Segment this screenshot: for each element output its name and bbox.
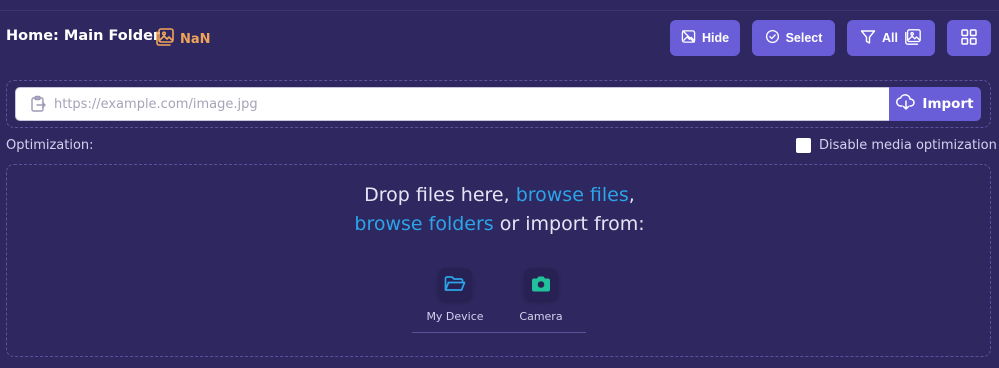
import-label: Import bbox=[922, 96, 974, 112]
url-input[interactable] bbox=[54, 88, 884, 120]
import-from-text: or import from: bbox=[493, 213, 645, 235]
import-button[interactable]: Import bbox=[889, 87, 981, 121]
optimization-label: Optimization: bbox=[6, 138, 94, 153]
browse-folders-link[interactable]: browse folders bbox=[354, 213, 493, 235]
camera-icon[interactable] bbox=[524, 268, 558, 300]
drop-line-1: Drop files here, browse files, bbox=[0, 184, 999, 206]
check-circle-icon bbox=[765, 29, 780, 47]
hide-button[interactable]: Hide bbox=[670, 20, 740, 56]
filter-icon bbox=[860, 29, 876, 48]
disable-optimization-checkbox[interactable] bbox=[796, 138, 811, 153]
filter-button[interactable]: All bbox=[847, 20, 935, 56]
header: Home: Main Folder NaN Hide Select All bbox=[0, 20, 999, 56]
top-divider bbox=[0, 10, 999, 11]
source-label: Camera bbox=[519, 310, 563, 323]
clipboard-icon[interactable] bbox=[29, 95, 47, 117]
select-label: Select bbox=[785, 31, 823, 45]
hide-label: Hide bbox=[701, 31, 730, 45]
drop-line-2: browse folders or import from: bbox=[0, 213, 999, 235]
cloud-download-icon bbox=[896, 93, 916, 115]
drop-comma: , bbox=[628, 184, 635, 206]
filter-label: All bbox=[882, 31, 898, 45]
source-camera[interactable]: Camera bbox=[506, 268, 576, 323]
sources-divider bbox=[412, 332, 586, 333]
count-value: NaN bbox=[180, 31, 211, 47]
images-icon bbox=[904, 28, 922, 49]
grid-icon bbox=[960, 28, 978, 49]
folder-open-icon[interactable] bbox=[438, 268, 472, 300]
grid-view-button[interactable] bbox=[947, 20, 991, 56]
page-title: Home: Main Folder bbox=[6, 28, 161, 44]
disable-optimization-toggle[interactable]: Disable media optimization bbox=[796, 138, 997, 153]
disable-optimization-label[interactable]: Disable media optimization bbox=[819, 138, 997, 153]
drop-text: Drop files here, bbox=[364, 184, 516, 206]
media-count: NaN bbox=[155, 28, 211, 50]
source-label: My Device bbox=[426, 310, 484, 323]
url-input-container bbox=[15, 87, 890, 121]
browse-files-link[interactable]: browse files bbox=[516, 184, 629, 206]
image-icon bbox=[155, 28, 175, 50]
select-button[interactable]: Select bbox=[752, 20, 835, 56]
source-my-device[interactable]: My Device bbox=[420, 268, 490, 323]
hide-image-icon bbox=[681, 29, 696, 47]
